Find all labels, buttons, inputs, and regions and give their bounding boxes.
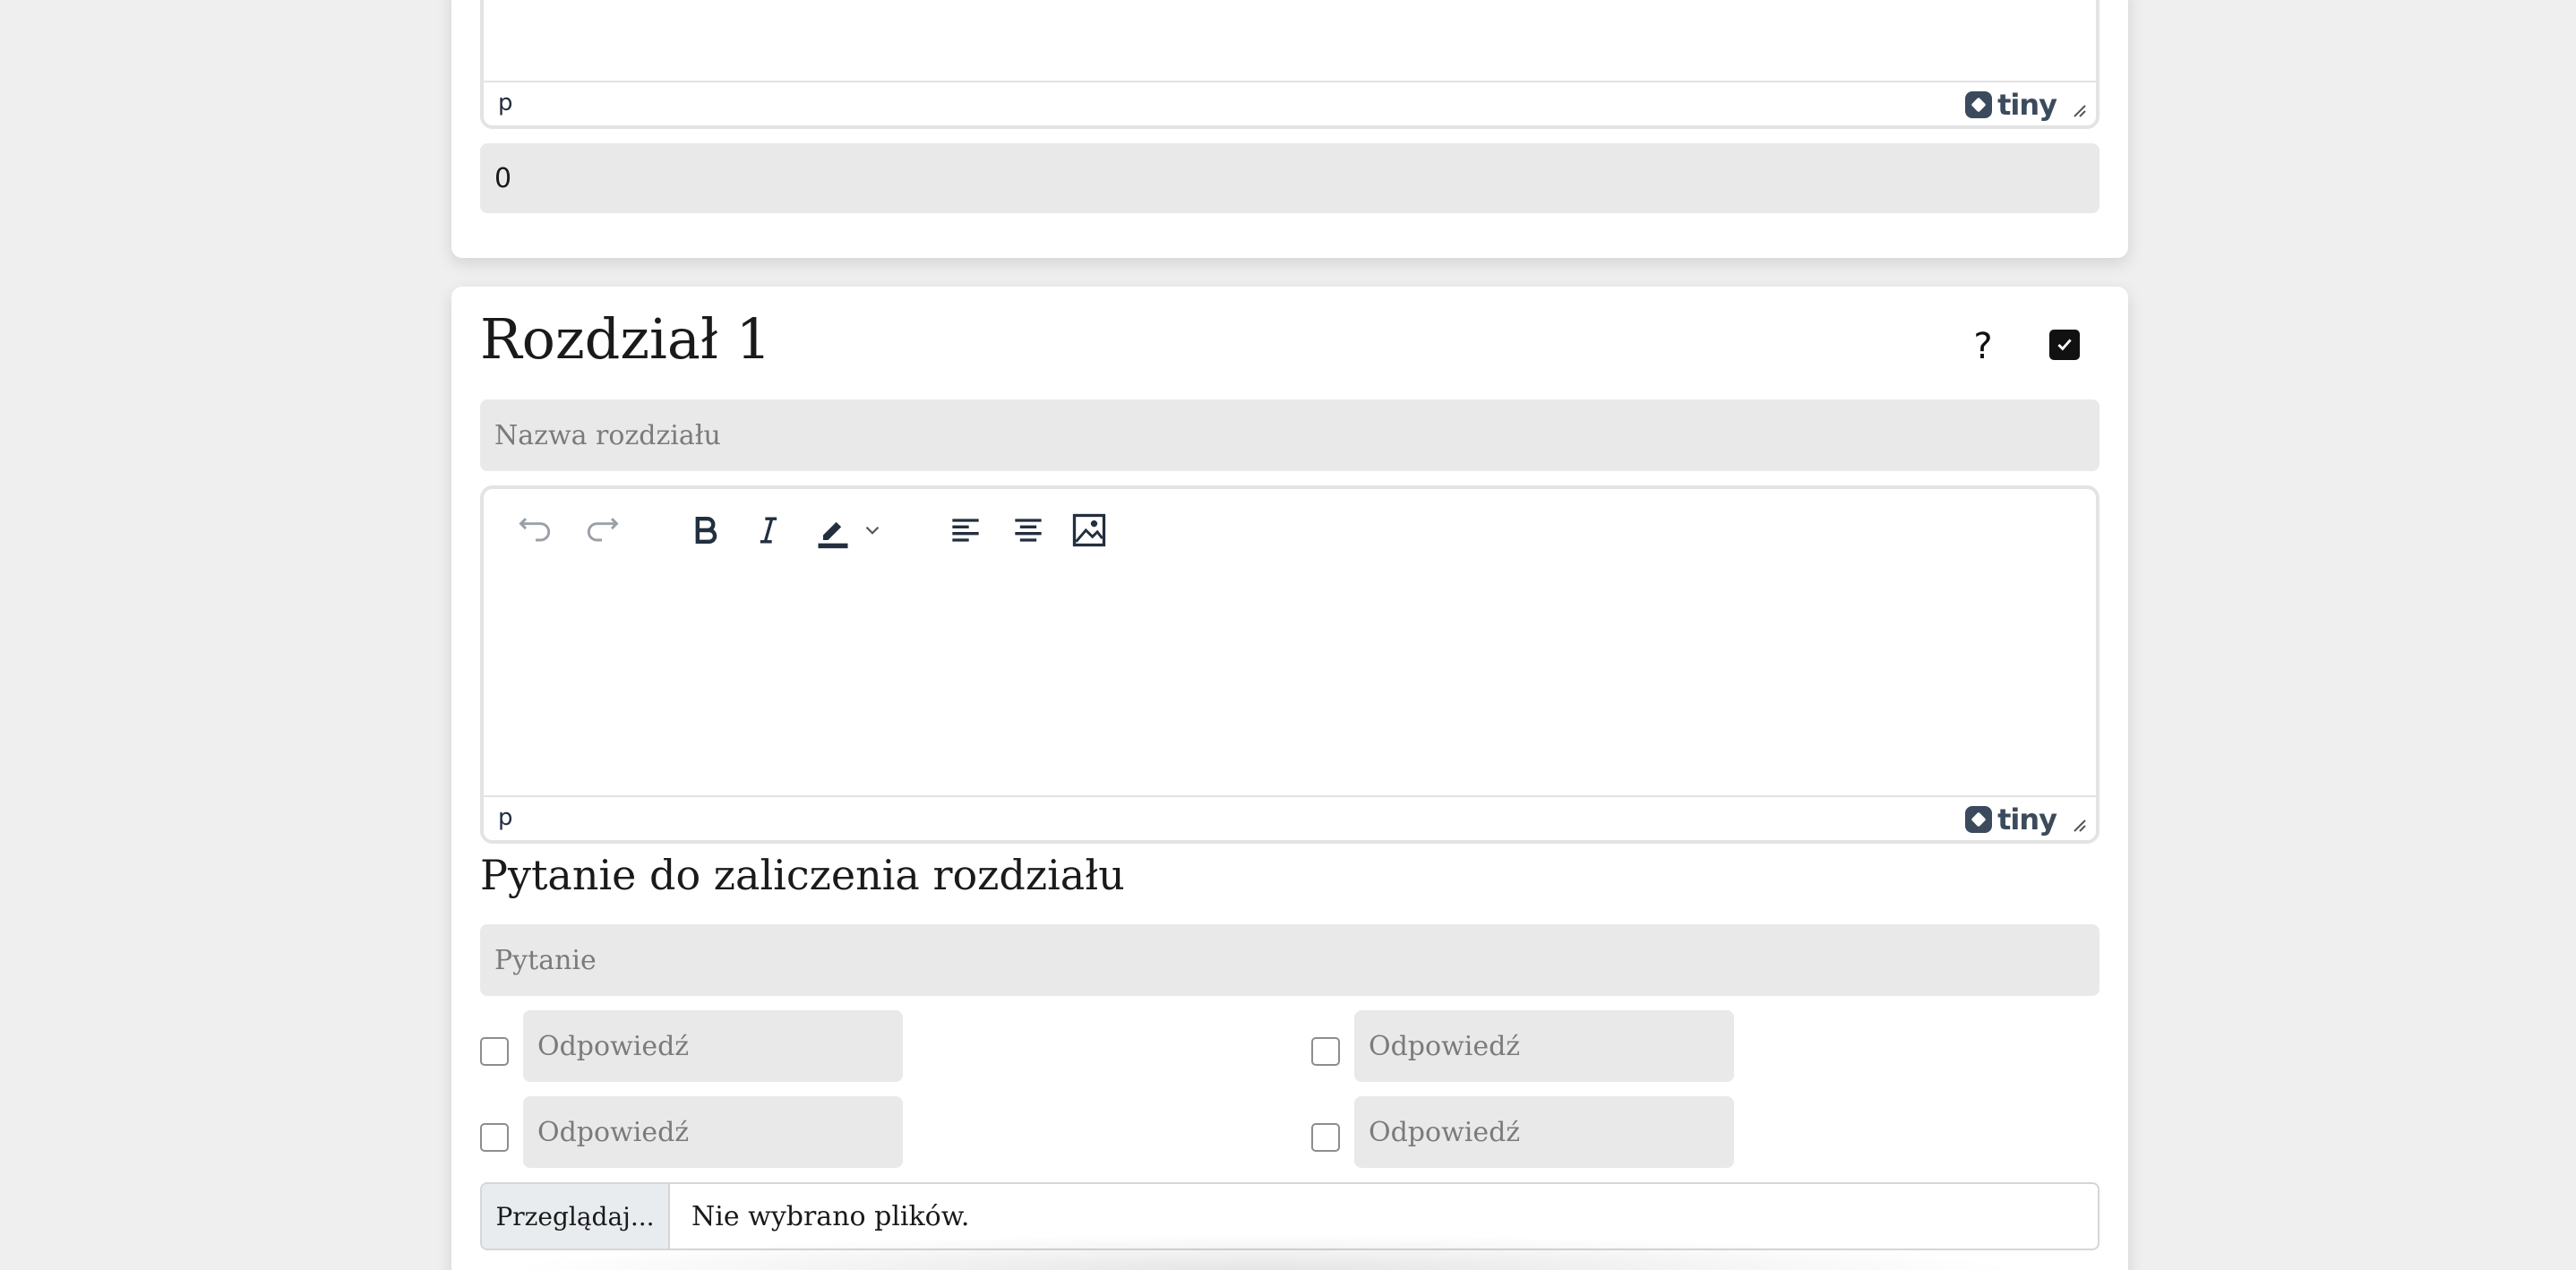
answer-2-input[interactable]: Odpowiedź [1354,1010,1734,1082]
chapter-card: Rozdział 1 ? Nazwa rozdziału p tiny Pyta… [451,287,2128,1270]
previous-rich-text-editor[interactable]: p tiny [480,0,2099,129]
previous-section-card: p tiny 0 [451,0,2128,258]
undo-icon [519,518,551,542]
answer-4-placeholder: Odpowiedź [1369,1116,1521,1148]
answer-3-input[interactable]: Odpowiedź [523,1096,903,1168]
help-button[interactable]: ? [1965,324,2001,369]
editor-statusbar: p tiny [484,795,2096,840]
redo-icon [587,518,619,542]
align-center-icon [1015,519,1042,542]
resize-handle-icon[interactable] [2071,817,2087,833]
bold-button[interactable] [681,505,731,555]
chapter-name-input[interactable]: Nazwa rozdziału [480,399,2099,471]
answer-1-input[interactable]: Odpowiedź [523,1010,903,1082]
resize-handle-icon[interactable] [2071,102,2087,118]
value-field[interactable]: 0 [480,143,2099,213]
completed-checkbox[interactable] [2049,330,2080,360]
image-icon [1072,513,1106,547]
italic-icon [760,517,777,544]
question-input[interactable]: Pytanie [480,924,2099,996]
answer-4-checkbox[interactable] [1311,1123,1340,1152]
chevron-down-icon [865,526,880,535]
editor-toolbar [484,489,2096,575]
answer-2-checkbox[interactable] [1311,1037,1340,1066]
chapter-title: Rozdział 1 [480,306,772,372]
answer-1-checkbox[interactable] [480,1037,509,1066]
question-heading: Pytanie do zaliczenia rozdziału [480,851,1125,899]
chapter-name-placeholder: Nazwa rozdziału [494,419,721,451]
tiny-brand-label: tiny [1997,802,2057,837]
check-icon [2057,339,2072,351]
help-label: ? [1973,326,1993,367]
element-path[interactable]: p [498,90,513,116]
element-path[interactable]: p [498,804,513,831]
align-left-button[interactable] [940,505,991,555]
value-field-text: 0 [494,162,512,194]
tiny-brand-link[interactable]: tiny [1965,88,2057,122]
align-center-button[interactable] [1003,505,1053,555]
bottom-shadow [502,1234,2024,1270]
tiny-logo-icon [1965,806,1993,833]
redo-button[interactable] [577,505,627,555]
highlight-dropdown-button[interactable] [856,505,889,555]
answer-1-placeholder: Odpowiedź [537,1030,690,1062]
question-placeholder: Pytanie [494,944,597,976]
insert-image-button[interactable] [1064,505,1114,555]
highlight-button[interactable] [808,505,858,555]
answer-3-checkbox[interactable] [480,1123,509,1152]
editor-statusbar: p tiny [484,81,2096,125]
answer-3-placeholder: Odpowiedź [537,1116,690,1148]
chapter-rich-text-editor[interactable]: p tiny [480,485,2099,844]
answer-2-placeholder: Odpowiedź [1369,1030,1521,1062]
editor-content-area[interactable] [484,575,2096,795]
undo-button[interactable] [511,505,561,555]
editor-content-area[interactable] [484,0,2096,81]
align-left-icon [952,519,979,542]
italic-button[interactable] [743,505,794,555]
tiny-brand-link[interactable]: tiny [1965,802,2057,837]
answer-4-input[interactable]: Odpowiedź [1354,1096,1734,1168]
highlight-icon [818,521,848,549]
tiny-logo-icon [1965,91,1993,118]
bold-icon [695,516,717,545]
tiny-brand-label: tiny [1997,88,2057,122]
